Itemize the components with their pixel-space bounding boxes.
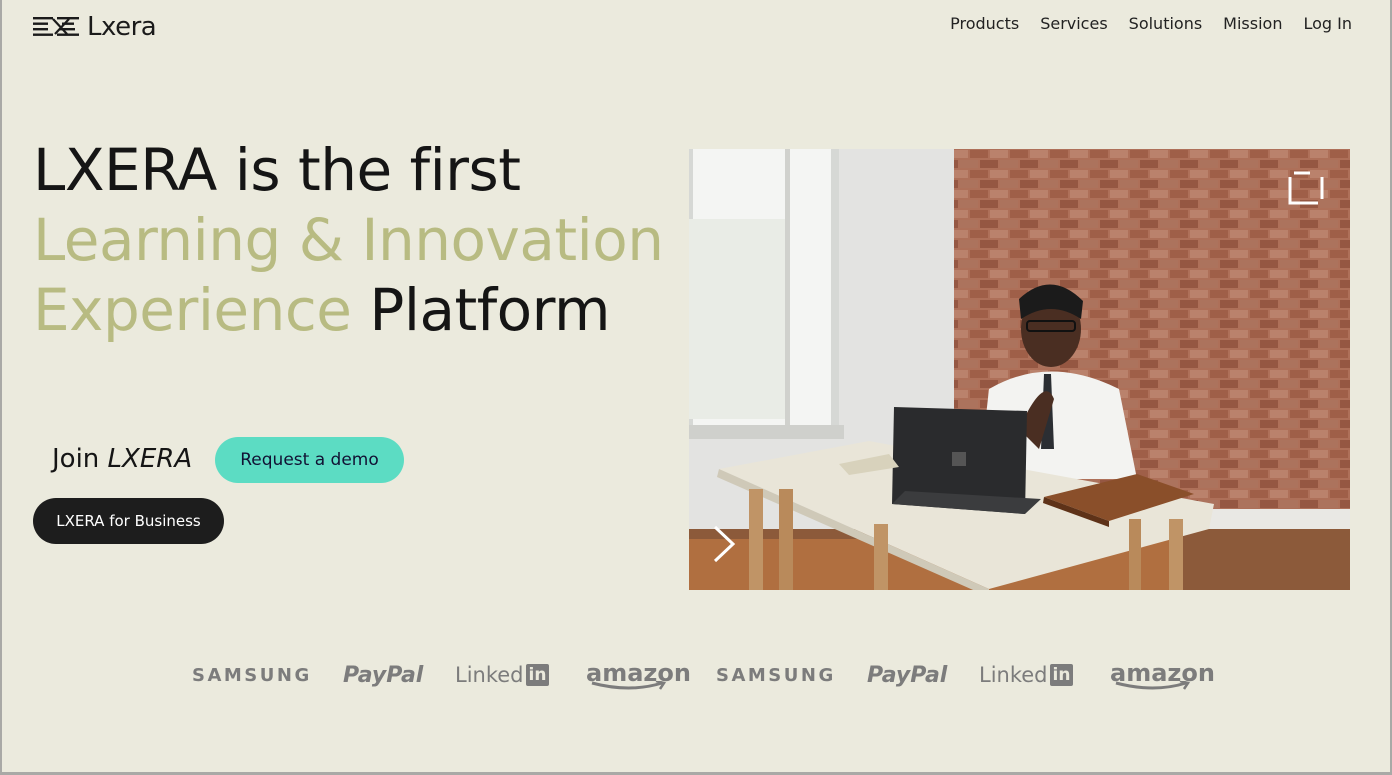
samsung-logo: SAMSUNG: [716, 664, 836, 686]
headline-line-1: LXERA is the first: [33, 136, 521, 204]
amazon-logo: amazon: [586, 655, 716, 695]
hero-headline: LXERA is the first Learning & Innovation…: [33, 135, 673, 345]
partner-logos: SAMSUNG PayPal Linked in amazon SAMSUNG P…: [192, 655, 1240, 695]
samsung-logo: SAMSUNG: [192, 664, 312, 686]
main-nav: Products Services Solutions Mission Log …: [950, 14, 1352, 33]
headline-accent-word: Experience: [33, 276, 352, 344]
hero-image: [689, 149, 1350, 590]
join-prefix: Join: [52, 444, 108, 474]
brand-logo[interactable]: Lxera: [33, 12, 157, 42]
nav-products[interactable]: Products: [950, 14, 1019, 33]
linkedin-logo: Linked in: [455, 655, 586, 695]
amazon-logo: amazon: [1110, 655, 1240, 695]
join-text: Join LXERA: [52, 444, 192, 474]
headline-end: Platform: [351, 276, 610, 344]
lxera-for-business-button[interactable]: LXERA for Business: [33, 498, 224, 544]
linkedin-logo: Linked in: [979, 655, 1110, 695]
nav-services[interactable]: Services: [1040, 14, 1107, 33]
amazon-smile-icon: [591, 681, 667, 690]
nav-mission[interactable]: Mission: [1223, 14, 1282, 33]
paypal-logo: PayPal: [867, 662, 948, 688]
page-frame: Lxera Products Services Solutions Missio…: [2, 0, 1390, 772]
join-brand: LXERA: [107, 444, 193, 474]
nav-login[interactable]: Log In: [1303, 14, 1352, 33]
nav-solutions[interactable]: Solutions: [1129, 14, 1203, 33]
request-demo-button[interactable]: Request a demo: [215, 437, 404, 483]
paypal-logo: PayPal: [343, 662, 424, 688]
man-at-desk-photo: [689, 149, 1350, 590]
next-arrow-icon[interactable]: [709, 523, 739, 565]
amazon-smile-icon: [1115, 681, 1191, 690]
lxera-logo-icon: [33, 17, 79, 36]
brand-name: Lxera: [87, 12, 157, 42]
expand-icon[interactable]: [1288, 171, 1324, 207]
headline-accent-line: Learning & Innovation: [33, 206, 664, 274]
